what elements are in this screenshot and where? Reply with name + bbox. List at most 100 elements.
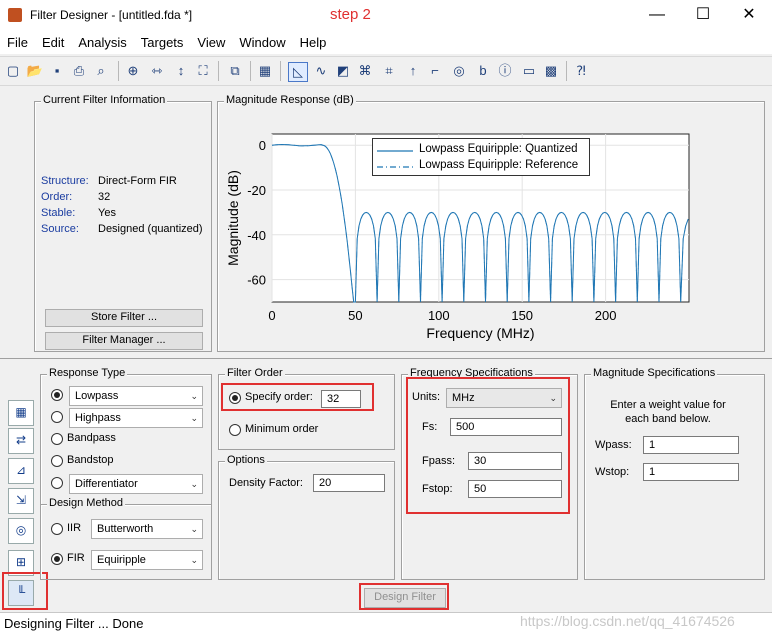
current-filter-info-title: Current Filter Information [41, 94, 168, 106]
source-label: Source: [41, 223, 79, 235]
iir-radio[interactable] [51, 523, 63, 535]
import-filter-side-icon[interactable]: ⇲ [8, 488, 34, 514]
design-filter-side-icon[interactable]: ▦ [8, 400, 34, 426]
menu-view[interactable]: View [190, 32, 232, 53]
new-icon[interactable]: ▢ [4, 62, 22, 80]
density-factor-label: Density Factor: [229, 477, 303, 489]
impulse-response-icon[interactable]: ↑ [404, 62, 422, 80]
density-factor-input[interactable]: 20 [313, 474, 385, 492]
zoom-in-icon[interactable]: ⊕ [124, 62, 142, 80]
phase-delay-icon[interactable]: ⌗ [380, 62, 398, 80]
status-text: Designing Filter ... Done [4, 616, 144, 631]
zoom-y-icon[interactable]: ↕ [172, 62, 190, 80]
design-method-title: Design Method [47, 497, 125, 509]
coefficients-icon[interactable]: b [474, 62, 492, 80]
chart-legend: Lowpass Equiripple: Quantized Lowpass Eq… [372, 138, 590, 176]
window-title: Filter Designer - [untitled.fda *] [30, 8, 193, 22]
fir-radio[interactable] [51, 553, 63, 565]
fir-label: FIR [67, 552, 85, 564]
toolbar: ▢ 📂 ▪ ⎙ ⌕ ⊕ ⇿ ↕ ⛶ ⧉ ▦ ◺ ∿ ◩ ⌘ ⌗ ↑ ⌐ ◎ b … [0, 56, 772, 86]
print-icon[interactable]: ⎙ [70, 62, 88, 80]
save-icon[interactable]: ▪ [48, 62, 66, 80]
highpass-radio[interactable] [51, 411, 63, 423]
group-delay-icon[interactable]: ⌘ [356, 62, 374, 80]
open-icon[interactable]: 📂 [26, 62, 44, 80]
magnitude-response-icon[interactable]: ◺ [288, 62, 308, 82]
lowpass-dropdown[interactable]: Lowpass ⌄ [69, 386, 203, 406]
menu-bar: File Edit Analysis Targets View Window Help [0, 32, 772, 54]
zoom-x-icon[interactable]: ⇿ [148, 62, 166, 80]
round-off-noise-icon[interactable]: ▩ [542, 62, 560, 80]
x-tick-label: 50 [348, 308, 362, 323]
bandstop-radio[interactable] [51, 455, 63, 467]
magnitude-specs-panel: Magnitude Specifications Enter a weight … [584, 367, 765, 580]
wstop-label: Wstop: [595, 466, 630, 478]
minimum-order-radio[interactable] [229, 424, 241, 436]
phase-response-icon[interactable]: ∿ [312, 62, 330, 80]
menu-edit[interactable]: Edit [35, 32, 71, 53]
step-annotation: step 2 [330, 6, 371, 23]
magnitude-specs-title: Magnitude Specifications [591, 367, 718, 379]
close-button[interactable]: ✕ [726, 4, 772, 26]
stable-label: Stable: [41, 207, 76, 219]
weight-hint: Enter a weight value for each band below… [610, 399, 726, 425]
filter-order-title: Filter Order [225, 367, 285, 379]
y-tick-label: -40 [247, 228, 266, 243]
app-icon [8, 8, 22, 22]
stable-value: Yes [98, 207, 116, 219]
lowpass-radio[interactable] [51, 389, 63, 401]
highpass-dropdown[interactable]: Highpass ⌄ [69, 408, 203, 428]
full-view-icon[interactable]: ⛶ [194, 62, 212, 80]
differentiator-dropdown[interactable]: Differentiator ⌄ [69, 474, 203, 494]
menu-file[interactable]: File [0, 32, 35, 53]
step-response-icon[interactable]: ⌐ [426, 62, 444, 80]
pole-zero-editor-side-icon[interactable]: ◎ [8, 518, 34, 544]
wpass-input[interactable]: 1 [643, 436, 739, 454]
fir-method-dropdown[interactable]: Equiripple ⌄ [91, 550, 203, 570]
y-tick-label: -60 [247, 273, 266, 288]
wpass-label: Wpass: [595, 439, 632, 451]
magnitude-estimate-icon[interactable]: ▭ [520, 62, 538, 80]
bandstop-label: Bandstop [67, 454, 114, 466]
x-tick-label: 200 [595, 308, 617, 323]
differentiator-radio[interactable] [51, 477, 63, 489]
wstop-input[interactable]: 1 [643, 463, 739, 481]
iir-label: IIR [67, 522, 82, 534]
watermark-text: https://blog.csdn.net/qq_41674526 [520, 613, 735, 629]
menu-window[interactable]: Window [232, 32, 292, 53]
source-value: Designed (quantized) [98, 223, 203, 235]
response-type-title: Response Type [47, 367, 128, 379]
x-axis-label: Frequency (MHz) [426, 325, 534, 341]
menu-targets[interactable]: Targets [134, 32, 191, 53]
store-filter-button[interactable]: Store Filter ... [45, 309, 203, 327]
frequency-highlight [406, 377, 570, 514]
order-value: 32 [98, 191, 111, 203]
filter-manager-button[interactable]: Filter Manager ... [45, 332, 203, 350]
filter-info-icon[interactable]: ⓘ [496, 62, 514, 80]
bandpass-radio[interactable] [51, 433, 63, 445]
x-tick-label: 150 [511, 308, 533, 323]
realize-model-side-icon[interactable]: ⊿ [8, 458, 34, 484]
y-axis-label: Magnitude (dB) [225, 170, 241, 266]
minimum-order-label: Minimum order [245, 423, 319, 435]
options-panel: Options Density Factor: 20 [218, 454, 395, 580]
print-preview-icon[interactable]: ⌕ [92, 62, 110, 80]
menu-analysis[interactable]: Analysis [71, 32, 133, 53]
bandpass-label: Bandpass [67, 432, 116, 444]
pole-zero-icon[interactable]: ◎ [450, 62, 468, 80]
menu-help[interactable]: Help [293, 32, 334, 53]
new-window-icon[interactable]: ⧉ [226, 62, 244, 80]
transform-side-icon[interactable]: ⇄ [8, 428, 34, 454]
structure-label: Structure: [41, 175, 89, 187]
maximize-button[interactable]: ☐ [680, 4, 726, 26]
design-filter-icon[interactable]: ▦ [256, 62, 274, 80]
iir-method-dropdown[interactable]: Butterworth ⌄ [91, 519, 203, 539]
minimize-button[interactable]: — [634, 4, 680, 26]
current-filter-info-panel: Current Filter Information Structure: Di… [34, 94, 212, 352]
legend-quantized: Lowpass Equiripple: Quantized [419, 143, 578, 155]
mag-phase-icon[interactable]: ◩ [334, 62, 352, 80]
legend-reference: Lowpass Equiripple: Reference [419, 159, 579, 171]
order-highlight [221, 383, 374, 411]
structure-value: Direct-Form FIR [98, 175, 177, 187]
whats-this-icon[interactable]: ⁈ [572, 62, 590, 80]
